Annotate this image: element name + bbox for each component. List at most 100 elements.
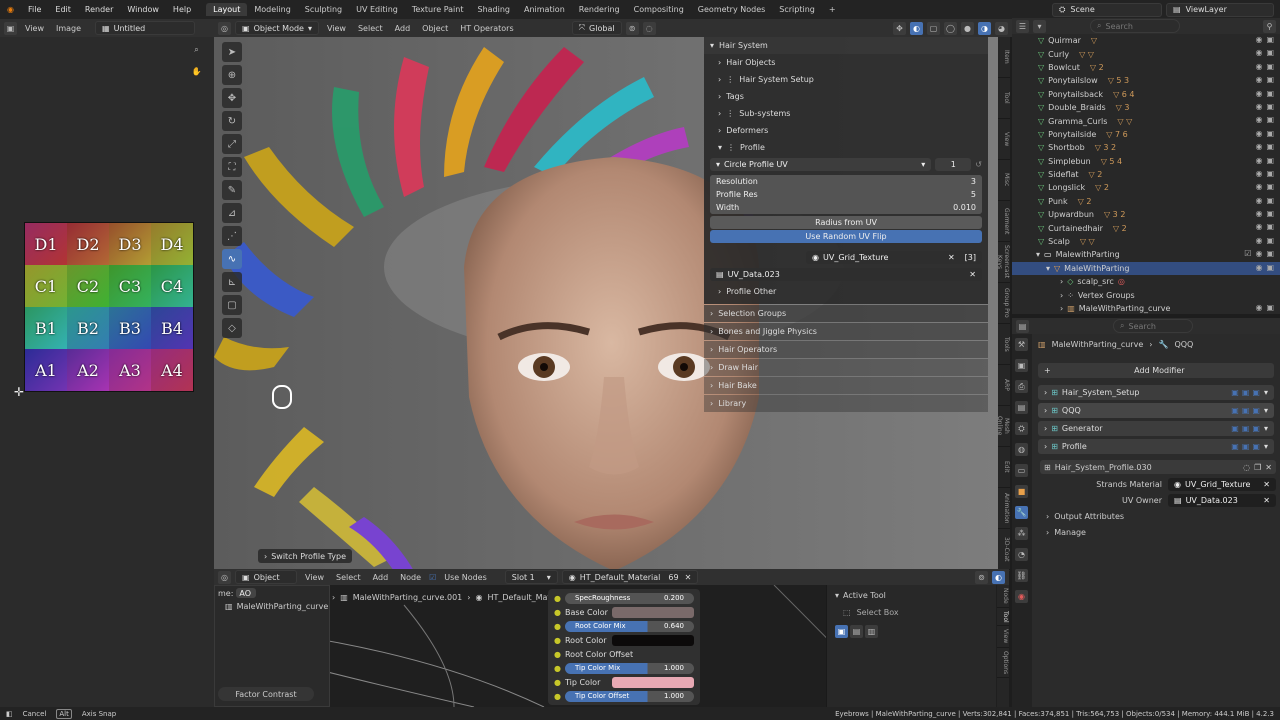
- eye-icon[interactable]: ◉: [1255, 75, 1262, 84]
- sidetab-item[interactable]: Item: [998, 37, 1010, 78]
- scene-selector[interactable]: ⛭ Scene: [1052, 2, 1162, 17]
- camera-icon[interactable]: ▣: [1266, 249, 1274, 258]
- factor-contrast-node[interactable]: Factor Contrast: [218, 687, 314, 701]
- color-swatch[interactable]: [612, 606, 694, 618]
- modifier-panel[interactable]: › ⊞ Hair_System_Setup ▣ ▣ ▣ ▾: [1038, 385, 1274, 400]
- close-icon[interactable]: ✕: [685, 573, 692, 582]
- filter-icon[interactable]: ⚲: [1263, 19, 1276, 33]
- library-section[interactable]: › Library: [704, 395, 988, 412]
- close-icon[interactable]: ✕: [948, 253, 955, 262]
- annotate-tool-icon[interactable]: ✎: [222, 180, 242, 200]
- node-menu-view[interactable]: View: [301, 573, 328, 582]
- shading-solid-icon[interactable]: ●: [961, 21, 974, 35]
- node-menu-node[interactable]: Node: [396, 573, 425, 582]
- eye-icon[interactable]: ◉: [1255, 236, 1262, 245]
- render-icon[interactable]: ▣: [1252, 388, 1260, 397]
- physics-tab-icon[interactable]: ◔: [1015, 548, 1028, 561]
- outliner-row[interactable]: ▽ Longslick ▽ 2 ◉ ▣: [1012, 181, 1280, 194]
- proportional-icon[interactable]: ◌: [642, 21, 656, 35]
- xray-icon[interactable]: ▢: [927, 21, 940, 35]
- profile-section[interactable]: ▾ ⋮ Profile: [704, 139, 988, 156]
- checkbox-icon[interactable]: ☑: [1244, 249, 1251, 258]
- rotate-tool-icon[interactable]: ↻: [222, 111, 242, 131]
- deformers-section[interactable]: › Deformers: [704, 122, 988, 139]
- outliner-child-row[interactable]: › ▥ MaleWithParting_curve ◉ ▣: [1012, 302, 1280, 315]
- modifier-panel[interactable]: › ⊞ Profile ▣ ▣ ▣ ▾: [1038, 439, 1274, 454]
- eye-icon[interactable]: ◉: [1255, 222, 1262, 231]
- eye-icon[interactable]: ◉: [1255, 129, 1262, 138]
- outliner-child-row[interactable]: › ⁘ Vertex Groups: [1012, 288, 1280, 301]
- eye-icon[interactable]: ◉: [1255, 263, 1262, 272]
- sidetab-view[interactable]: View: [998, 119, 1010, 160]
- eye-icon[interactable]: ◉: [1255, 62, 1262, 71]
- shader-node[interactable]: ● SpecRoughness 0.200 ● Base Color ● Root Colo…: [548, 589, 700, 705]
- properties-editor-type-icon[interactable]: ▤: [1016, 319, 1029, 333]
- camera-icon[interactable]: ▣: [1266, 156, 1274, 165]
- modifier-panel[interactable]: › ⊞ Generator ▣ ▣ ▣ ▾: [1038, 421, 1274, 436]
- gizmo-icon[interactable]: ✥: [893, 21, 906, 35]
- outliner-row[interactable]: ▽ Ponytailside ▽ 7 6 ◉ ▣: [1012, 128, 1280, 141]
- profile-other-section[interactable]: › Profile Other: [704, 283, 988, 300]
- camera-icon[interactable]: ▣: [1266, 75, 1274, 84]
- active-tool-section[interactable]: ▾ Active Tool: [827, 585, 996, 606]
- viewport-editor-type-icon[interactable]: ◎: [218, 21, 231, 35]
- render-icon[interactable]: ▣: [1252, 424, 1260, 433]
- sidetab-mesh-online[interactable]: Mesh Online: [998, 406, 1010, 447]
- image-menu-image[interactable]: Image: [52, 24, 85, 33]
- camera-icon[interactable]: ▣: [1266, 102, 1274, 111]
- ruler-tool-icon[interactable]: ⊾: [222, 272, 242, 292]
- viewport-icon[interactable]: ▣: [1242, 442, 1250, 451]
- snap-icon[interactable]: ⊚: [625, 21, 639, 35]
- transform-orientation[interactable]: ⤧ Global: [571, 21, 622, 35]
- operator-redo-panel[interactable]: › Switch Profile Type: [258, 549, 352, 563]
- radius-from-uv-button[interactable]: Radius from UV: [710, 216, 982, 229]
- camera-icon[interactable]: ▣: [1266, 129, 1274, 138]
- socket-slider[interactable]: Tip Color Mix 1.000: [564, 662, 694, 674]
- editmode-icon[interactable]: ▣: [1231, 442, 1239, 451]
- camera-icon[interactable]: ▣: [1266, 209, 1274, 218]
- eye-icon[interactable]: ◉: [1255, 209, 1262, 218]
- uv-data-selector[interactable]: ▤ UV_Data.023 ✕: [710, 268, 982, 281]
- image-menu-view[interactable]: View: [21, 24, 48, 33]
- node-menu-add[interactable]: Add: [369, 573, 393, 582]
- outliner-collection-row[interactable]: ▾ ▭ MalewithParting ☑ ◉ ▣: [1012, 248, 1280, 261]
- scene-tab-icon[interactable]: ⛭: [1015, 422, 1028, 435]
- transform-tool-icon[interactable]: ⛶: [222, 157, 242, 177]
- editor-type-icon[interactable]: ▣: [4, 21, 17, 35]
- shader-type-selector[interactable]: ▣ Object: [235, 570, 297, 584]
- tags-section[interactable]: › Tags: [704, 88, 988, 105]
- modifier-tab-icon[interactable]: 🔧: [1015, 506, 1028, 519]
- sidetab-misc[interactable]: Misc: [998, 160, 1010, 201]
- eye-icon[interactable]: ◉: [1255, 156, 1262, 165]
- render-icon[interactable]: ▣: [1252, 442, 1260, 451]
- material-selector[interactable]: ◉ HT_Default_Material 69 ✕: [561, 570, 699, 584]
- close-icon[interactable]: ✕: [1265, 463, 1272, 472]
- viewport-menu-object[interactable]: Object: [418, 24, 452, 33]
- menu-window[interactable]: Window: [120, 5, 166, 14]
- snap-icon[interactable]: ⊚: [975, 570, 988, 584]
- shader-socket[interactable]: ● Base Color: [548, 605, 700, 619]
- system-setup-section[interactable]: › ⋮ Hair System Setup: [704, 71, 988, 88]
- name-value[interactable]: AO: [236, 588, 257, 598]
- select-tool-icon[interactable]: ➤: [222, 42, 242, 62]
- measure-tool-icon[interactable]: ⊿: [222, 203, 242, 223]
- node-editor-canvas[interactable]: me: AO ▥ MaleWithParting_curve › ▥ MaleWit…: [214, 585, 1009, 707]
- tab-animation[interactable]: Animation: [517, 3, 572, 16]
- sidetab-tool[interactable]: Tool: [997, 608, 1009, 627]
- chevron-down-icon[interactable]: ▾: [1264, 442, 1268, 451]
- outliner-row[interactable]: ▽ Shortbob ▽ 3 2 ◉ ▣: [1012, 141, 1280, 154]
- mode-selector[interactable]: ▣ Object Mode ▾: [235, 21, 319, 35]
- close-icon[interactable]: ✕: [1263, 480, 1270, 489]
- outliner-row[interactable]: ▽ Scalp ▽ ▽ ◉ ▣: [1012, 235, 1280, 248]
- sidetab-edit[interactable]: Edit: [998, 447, 1010, 488]
- camera-icon[interactable]: ▣: [1266, 222, 1274, 231]
- active-tool-row[interactable]: ⬚ Select Box: [827, 606, 996, 619]
- viewport-icon[interactable]: ▣: [1242, 388, 1250, 397]
- eye-icon[interactable]: ◉: [1255, 303, 1262, 312]
- add-modifier-button[interactable]: + Add Modifier: [1038, 363, 1274, 378]
- tab-shading[interactable]: Shading: [470, 3, 517, 16]
- bones-jiggle-section[interactable]: › Bones and Jiggle Physics: [704, 323, 988, 340]
- menu-file[interactable]: File: [21, 5, 48, 14]
- shading-rendered-icon[interactable]: ◕: [995, 21, 1008, 35]
- outliner-editor-type-icon[interactable]: ☰: [1016, 19, 1029, 33]
